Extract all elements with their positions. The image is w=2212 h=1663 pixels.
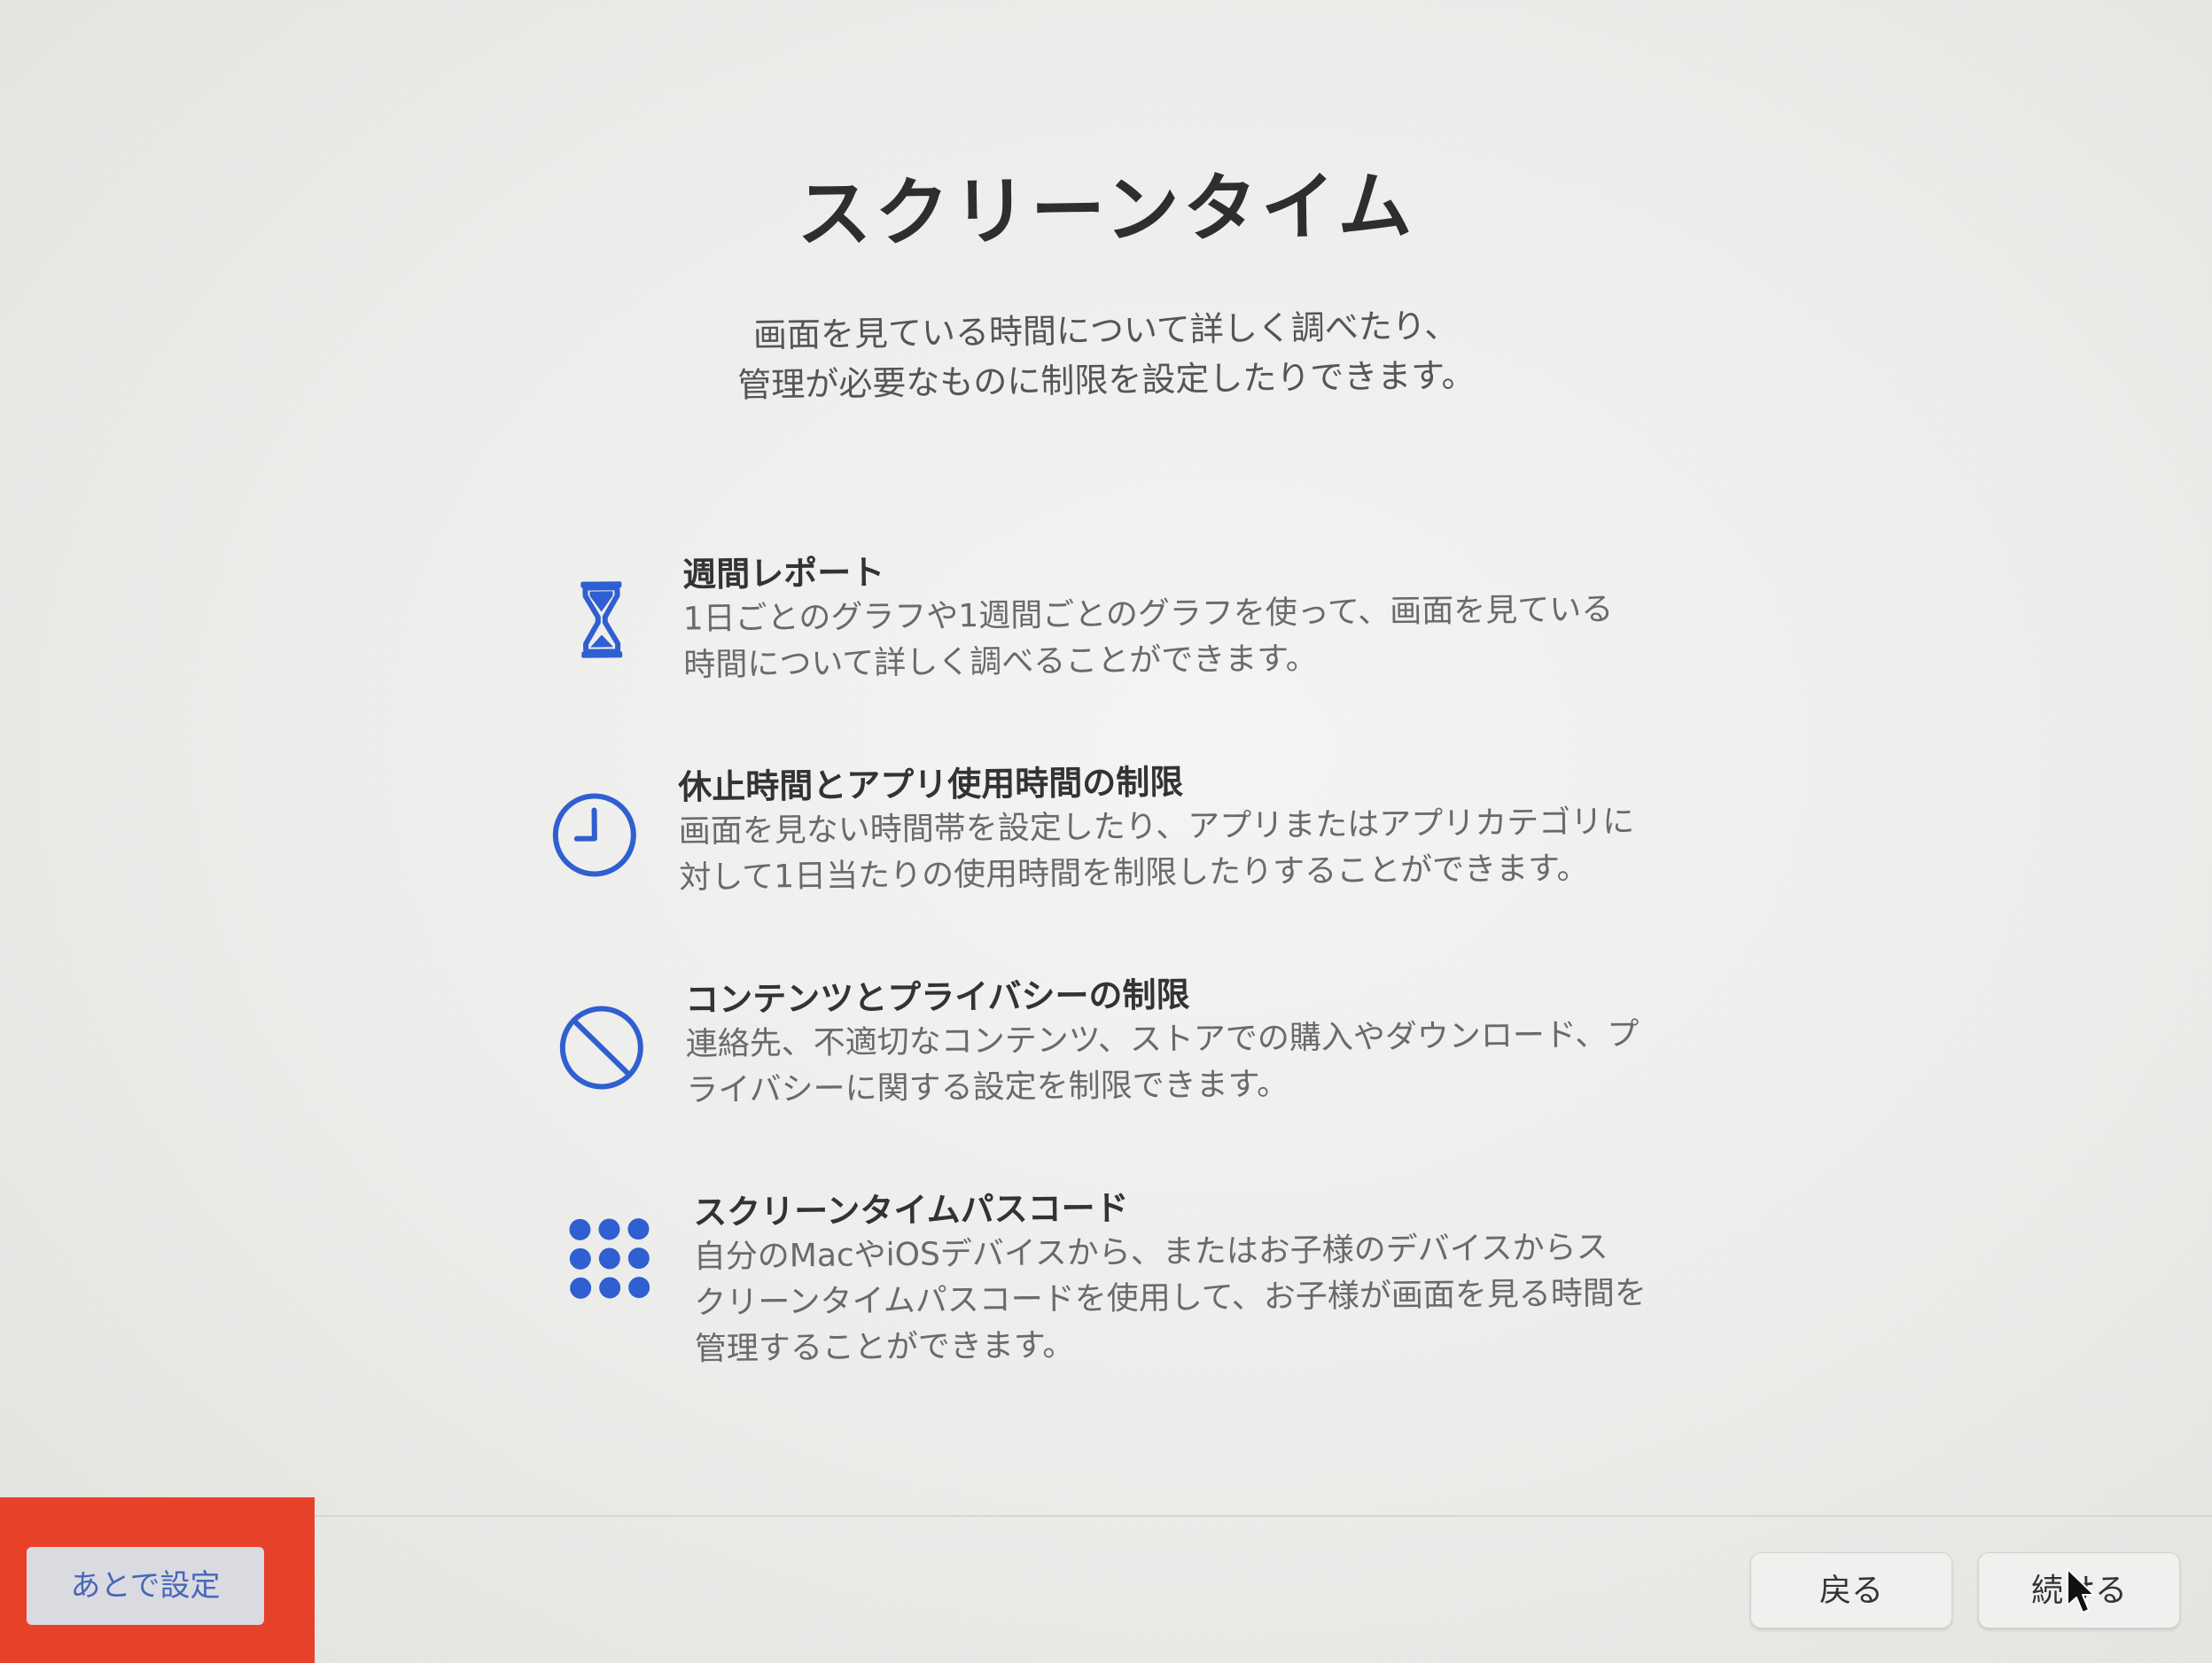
hourglass-icon <box>554 571 652 669</box>
feature-passcode: スクリーンタイムパスコード 自分のMacやiOSデバイスから、またはお子様のデバ… <box>565 1178 1860 1367</box>
back-button[interactable]: 戻る <box>1750 1552 1952 1628</box>
feature-weekly-report: 週間レポート 1日ごとのグラフや1週間ごとのグラフを使って、画面を見ている 時間… <box>554 540 1850 713</box>
clock-icon <box>549 783 648 882</box>
set-up-later-highlight: あとで設定 <box>0 1497 315 1663</box>
feature-text: コンテンツとプライバシーの制限 連絡先、不適切なコンテンツ、ストアでの購入やダウ… <box>685 966 1795 1114</box>
feature-text: 週間レポート 1日ごとのグラフや1週間ごとのグラフを使って、画面を見ている 時間… <box>682 540 1792 688</box>
screen-time-setup-page: スクリーンタイム 画面を見ている時間について詳しく調べたり、 管理が必要なものに… <box>0 0 2212 1663</box>
keypad-icon <box>565 1208 663 1307</box>
feature-text: スクリーンタイムパスコード 自分のMacやiOSデバイスから、またはお子様のデバ… <box>693 1178 1803 1372</box>
page-title: スクリーンタイム <box>796 162 1416 258</box>
footer-divider <box>0 1515 2212 1517</box>
mouse-pointer-icon <box>2065 1566 2097 1616</box>
prohibited-icon <box>557 996 655 1094</box>
page-subtitle: 画面を見ている時間について詳しく調べたり、 管理が必要なものに制限を設定したりで… <box>0 291 2212 421</box>
feature-downtime-app-limits: 休止時間とアプリ使用時間の制限 画面を見ない時間帯を設定したり、アプリまたはアプ… <box>549 753 1845 926</box>
feature-content-privacy: コンテンツとプライバシーの制限 連絡先、不適切なコンテンツ、ストアでの購入やダウ… <box>557 966 1852 1138</box>
feature-text: 休止時間とアプリ使用時間の制限 画面を見ない時間帯を設定したり、アプリまたはアプ… <box>678 753 1788 901</box>
set-up-later-button[interactable]: あとで設定 <box>27 1547 264 1625</box>
